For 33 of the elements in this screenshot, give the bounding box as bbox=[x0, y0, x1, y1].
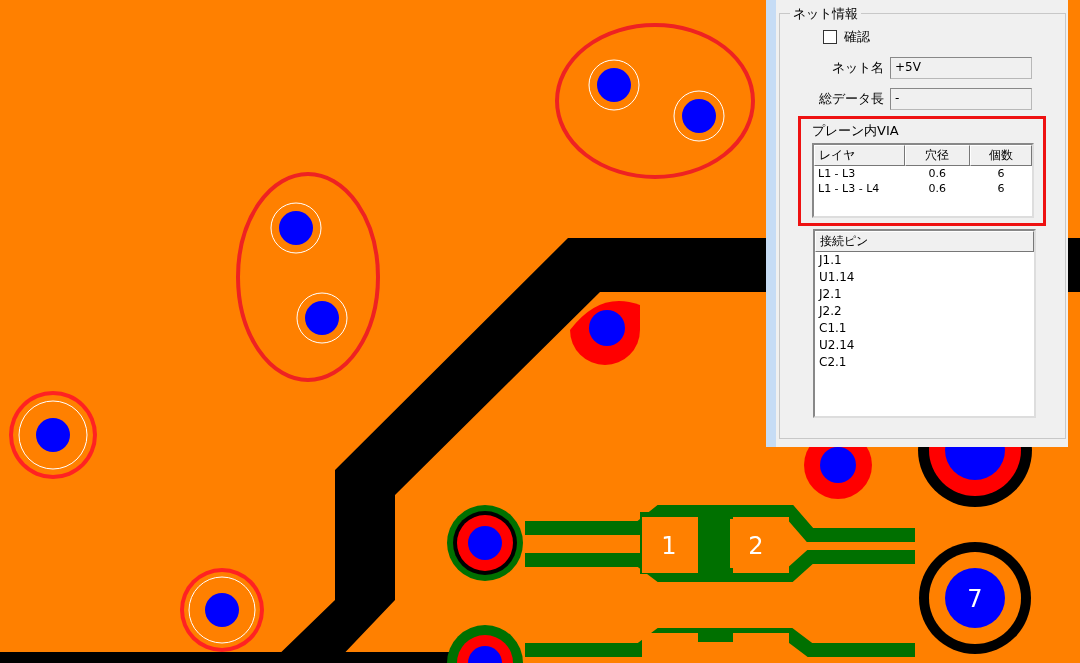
confirm-checkbox[interactable] bbox=[823, 30, 837, 44]
table-cell-text: 6 bbox=[996, 166, 1006, 181]
pad-number: 1 bbox=[661, 532, 677, 560]
pad-number: 7 bbox=[967, 585, 983, 613]
input-field[interactable]: - bbox=[890, 88, 1032, 110]
list-item[interactable]: J2.2 bbox=[815, 303, 1034, 320]
list-item[interactable]: J2.1 bbox=[815, 286, 1034, 303]
via-drawing bbox=[588, 59, 640, 111]
list-item[interactable]: C1.1 bbox=[815, 320, 1034, 337]
via-drawing bbox=[570, 300, 640, 365]
via-drawing bbox=[296, 292, 348, 344]
list-item[interactable]: U2.14 bbox=[815, 337, 1034, 354]
pad-number: 2 bbox=[748, 532, 764, 560]
list-item[interactable]: U1.14 bbox=[815, 269, 1034, 286]
list-item[interactable]: J1.1 bbox=[815, 252, 1034, 269]
checkbox-label: 確認 bbox=[844, 28, 870, 46]
via-drawing bbox=[673, 90, 725, 142]
field-label: ネット名 bbox=[831, 59, 885, 77]
section-title: プレーン内VIA bbox=[812, 122, 900, 140]
column-header[interactable]: 穴径 bbox=[904, 145, 970, 166]
column-header[interactable]: 接続ピン bbox=[815, 231, 1034, 252]
column-header[interactable]: 個数 bbox=[969, 145, 1032, 166]
table-cell-text: L1 - L3 bbox=[817, 166, 857, 181]
table-cell-text: L1 - L3 - L4 bbox=[817, 181, 881, 196]
list-item[interactable]: C2.1 bbox=[815, 354, 1034, 371]
column-header[interactable]: レイヤ bbox=[814, 145, 905, 166]
table-cell-text: 6 bbox=[996, 181, 1006, 196]
field-label: 総データ長 bbox=[818, 90, 885, 108]
input-field[interactable]: +5V bbox=[890, 57, 1032, 79]
via-drawing bbox=[270, 202, 322, 254]
table-cell-text: 0.6 bbox=[927, 166, 947, 181]
table-cell-text: 0.6 bbox=[927, 181, 947, 196]
group-title: ネット情報 bbox=[790, 5, 861, 23]
